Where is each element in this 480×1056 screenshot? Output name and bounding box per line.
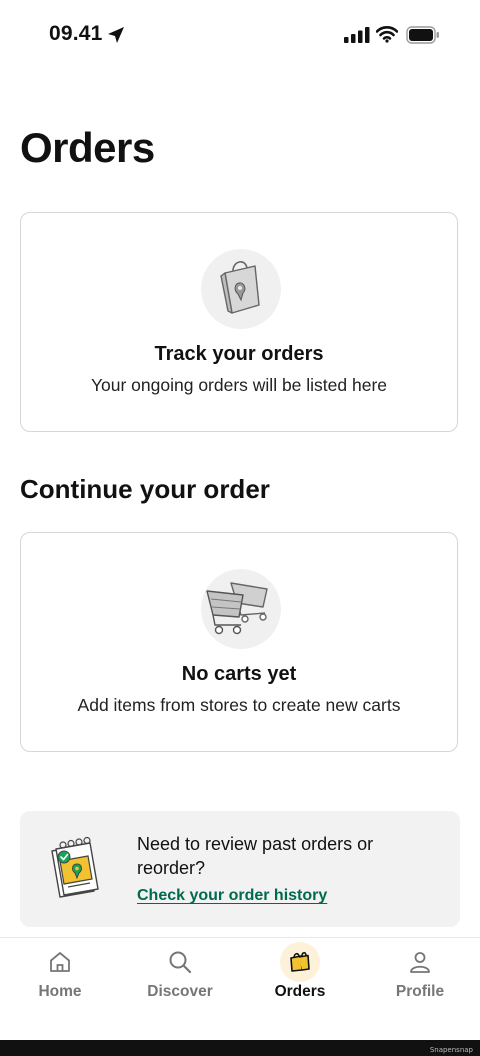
home-icon xyxy=(40,942,80,982)
order-history-text: Need to review past orders or reorder? xyxy=(137,834,374,878)
tab-discover[interactable]: Discover xyxy=(120,938,240,1041)
status-bar: 09.41 xyxy=(0,0,480,72)
order-history-banner: Need to review past orders or reorder? C… xyxy=(20,811,460,927)
order-history-link[interactable]: Check your order history xyxy=(137,887,327,905)
continue-order-heading: Continue your order xyxy=(20,474,270,504)
bottom-tab-bar: Home Discover Orders Profile xyxy=(0,937,480,1041)
orders-bag-icon xyxy=(280,942,320,982)
tab-profile-label: Profile xyxy=(395,983,445,1000)
track-orders-title: Track your orders xyxy=(154,343,324,365)
shopping-bag-pin-icon xyxy=(201,249,281,329)
no-carts-subtitle: Add items from stores to create new cart… xyxy=(77,695,401,715)
no-carts-card: No carts yet Add items from stores to cr… xyxy=(20,532,458,752)
wifi-icon xyxy=(376,26,398,43)
tab-home[interactable]: Home xyxy=(0,938,120,1041)
watermark: Snapensnap xyxy=(429,1046,473,1054)
tab-profile[interactable]: Profile xyxy=(360,938,480,1041)
home-indicator-strip xyxy=(0,1040,480,1056)
profile-icon xyxy=(400,942,440,982)
track-orders-card: Track your orders Your ongoing orders wi… xyxy=(20,212,458,432)
page-title: Orders xyxy=(20,124,155,171)
tab-discover-label: Discover xyxy=(147,983,213,1000)
tab-orders-label: Orders xyxy=(274,983,326,1000)
status-time: 09.41 xyxy=(49,22,103,45)
cellular-signal-icon xyxy=(344,27,370,43)
shopping-carts-icon xyxy=(201,569,281,649)
location-arrow-icon xyxy=(108,27,124,43)
battery-icon xyxy=(406,26,439,44)
track-orders-subtitle: Your ongoing orders will be listed here xyxy=(90,375,388,395)
search-icon xyxy=(160,942,200,982)
tab-home-label: Home xyxy=(38,983,82,1000)
receipt-notepad-icon xyxy=(51,836,99,898)
tab-orders[interactable]: Orders xyxy=(240,938,360,1041)
no-carts-title: No carts yet xyxy=(181,663,297,685)
